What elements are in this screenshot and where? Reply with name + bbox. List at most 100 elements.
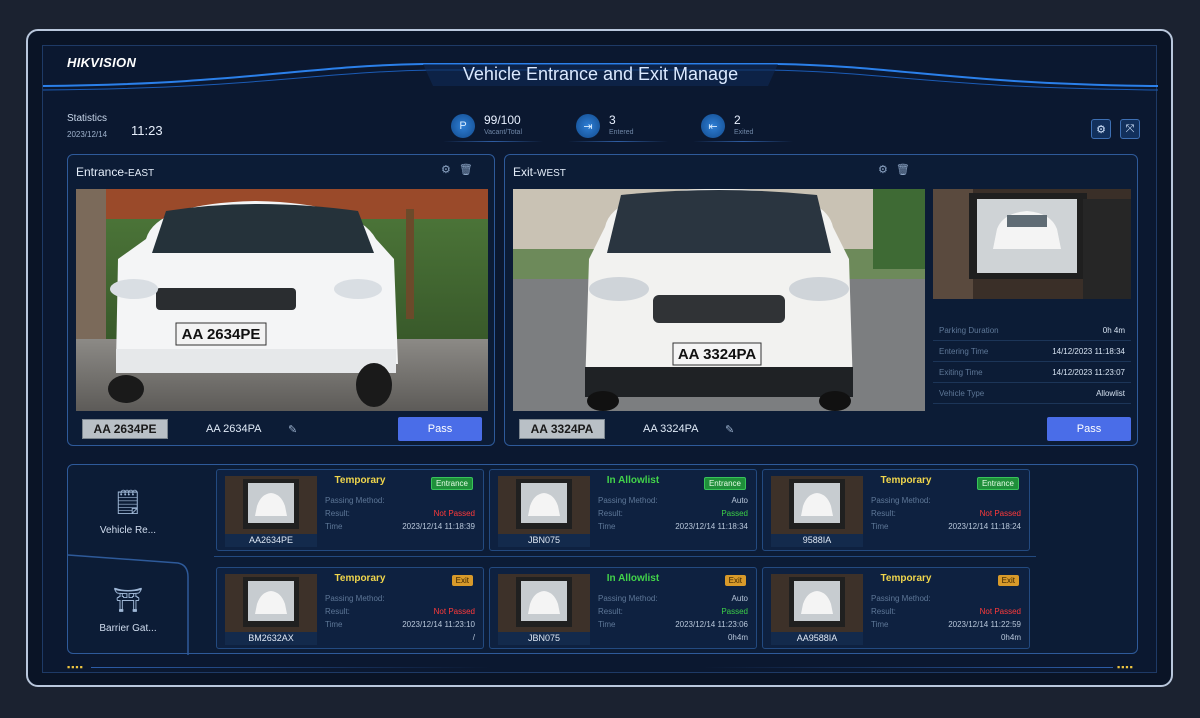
- page-indicator-left: ▪▪▪▪: [67, 662, 84, 672]
- record-plate: AA2634PE: [225, 534, 317, 547]
- tab-barrier-gate[interactable]: ⛩ Barrier Gat...: [68, 565, 188, 655]
- record-time-row: Time 2023/12/14 11:18:34: [598, 522, 748, 531]
- record-plate: JBN075: [498, 632, 590, 645]
- record-card[interactable]: 9588IA Temporary Entrance Passing Method: Re…: [762, 469, 1030, 551]
- stat-entered-value: 3: [609, 113, 616, 127]
- snapshot-image: [933, 189, 1131, 299]
- entrance-title: Entrance-EAST: [76, 165, 155, 179]
- delete-icon[interactable]: 🗑: [896, 164, 918, 176]
- record-method-row: Passing Method:: [325, 594, 385, 603]
- record-card[interactable]: BM2632AX Temporary Exit Passing Method: Resu…: [216, 567, 484, 649]
- statistics-time: 11:23: [131, 123, 163, 138]
- statistics-date: 2023/12/14: [67, 130, 108, 139]
- statistics-label: Statistics: [67, 113, 108, 124]
- exit-plate-number: AA 3324PA: [643, 423, 699, 435]
- document-car-icon: 🗒: [112, 489, 144, 516]
- exit-panel: Exit-WEST ⚙🗑 AA 3324PA Parking Duration …: [504, 154, 1138, 446]
- info-row: Vehicle Type Allowlist: [933, 384, 1131, 404]
- record-time-row: Time 2023/12/14 11:23:06: [598, 620, 748, 629]
- record-type: Temporary: [334, 573, 386, 584]
- stat-vacant-label: Vacant/Total: [484, 129, 523, 136]
- app-frame: HIKVISION Vehicle Entrance and Exit Mana…: [26, 29, 1173, 687]
- record-direction-badge: Entrance: [430, 477, 473, 490]
- delete-icon[interactable]: 🗑: [459, 164, 481, 176]
- exit-plate-image: AA 3324PA: [519, 419, 605, 439]
- record-result-row: Result: Not Passed: [871, 509, 1021, 518]
- entrance-vehicle-image: AA 2634PE: [76, 189, 488, 411]
- main-screen: HIKVISION Vehicle Entrance and Exit Mana…: [42, 45, 1158, 673]
- record-time-row: Time 2023/12/14 11:18:39: [325, 522, 475, 531]
- record-result-row: Result: Not Passed: [325, 607, 475, 616]
- record-type: In Allowlist: [606, 573, 660, 584]
- record-card[interactable]: AA2634PE Temporary Entrance Passing Method:…: [216, 469, 484, 551]
- entrance-panel: Entrance-EAST ⚙🗑 AA 2634PE AA 2634PE AA …: [67, 154, 495, 446]
- page-indicator-right: ▪▪▪▪: [1117, 662, 1134, 672]
- camera-settings-icon[interactable]: ⚙: [878, 164, 896, 176]
- tab-label: Vehicle Re...: [99, 525, 157, 536]
- gear-icon: ⚙: [1096, 123, 1106, 136]
- edit-icon[interactable]: ✎: [725, 423, 734, 436]
- record-time-row: Time 2023/12/14 11:23:10: [325, 620, 475, 629]
- info-row: Parking Duration 0h 4m: [933, 321, 1131, 341]
- tab-label: Barrier Gat...: [99, 623, 157, 634]
- exit-snapshot: [933, 189, 1131, 299]
- exit-vehicle-image: AA 3324PA: [513, 189, 925, 411]
- record-type: Temporary: [880, 475, 932, 486]
- record-result-row: Result: Passed: [598, 607, 748, 616]
- record-direction-badge: Entrance: [976, 477, 1019, 490]
- entrance-pass-button[interactable]: Pass: [398, 417, 482, 441]
- car-exited-icon: ⇤: [701, 114, 725, 138]
- record-card[interactable]: JBN075 In Allowlist Exit Passing Method: Aut…: [489, 567, 757, 649]
- entrance-plate-number: AA 2634PA: [206, 423, 262, 435]
- record-direction-badge: Exit: [997, 575, 1019, 586]
- entrance-plate-image: AA 2634PE: [82, 419, 168, 439]
- record-method-row: Passing Method: Auto: [598, 496, 748, 505]
- fullscreen-icon: ⤧: [1125, 122, 1135, 135]
- exit-pass-button[interactable]: Pass: [1047, 417, 1131, 441]
- car-entered-icon: ⇥: [576, 114, 600, 138]
- record-card[interactable]: AA9588IA Temporary Exit Passing Method: Resu…: [762, 567, 1030, 649]
- exit-camera-view: AA 3324PA: [513, 189, 925, 411]
- record-result-row: Result: Passed: [598, 509, 748, 518]
- record-type: In Allowlist: [606, 475, 660, 486]
- fullscreen-button[interactable]: ⤧: [1120, 119, 1140, 139]
- record-direction-badge: Exit: [451, 575, 473, 586]
- record-direction-badge: Exit: [724, 575, 746, 586]
- record-type: Temporary: [880, 573, 932, 584]
- record-type: Temporary: [334, 475, 386, 486]
- record-thumbnail: [225, 574, 317, 632]
- entrance-camera-view: AA 2634PE: [76, 189, 488, 411]
- record-time-row: Time 2023/12/14 11:22:59: [871, 620, 1021, 629]
- barrier-gate-icon: ⛩: [112, 587, 144, 614]
- info-row: Entering Time 14/12/2023 11:18:34: [933, 342, 1131, 362]
- record-thumbnail: [498, 574, 590, 632]
- record-direction-badge: Entrance: [703, 477, 746, 490]
- records-panel: 🗒 Vehicle Re... ⛩ Barrier Gat... AA2634P…: [67, 464, 1138, 655]
- settings-button[interactable]: ⚙: [1091, 119, 1111, 139]
- record-result-row: Result: Not Passed: [325, 509, 475, 518]
- exit-title: Exit-WEST: [513, 165, 566, 179]
- record-method-row: Passing Method:: [325, 496, 385, 505]
- tab-vehicle-records[interactable]: 🗒 Vehicle Re...: [68, 467, 188, 557]
- record-thumbnail: [498, 476, 590, 534]
- record-method-row: Passing Method: Auto: [598, 594, 748, 603]
- record-plate: 9588IA: [771, 534, 863, 547]
- record-plate: AA9588IA: [771, 632, 863, 645]
- record-result-row: Result: Not Passed: [871, 607, 1021, 616]
- camera-settings-icon[interactable]: ⚙: [441, 164, 459, 176]
- record-thumbnail: [771, 574, 863, 632]
- record-thumbnail: [225, 476, 317, 534]
- svg-text:AA 3324PA: AA 3324PA: [678, 346, 757, 363]
- svg-text:AA 2634PE: AA 2634PE: [182, 326, 261, 343]
- header: HIKVISION Vehicle Entrance and Exit Mana…: [43, 46, 1158, 106]
- stat-exited-value: 2: [734, 113, 741, 127]
- record-time-row: Time 2023/12/14 11:18:24: [871, 522, 1021, 531]
- record-method-row: Passing Method:: [871, 496, 931, 505]
- record-method-row: Passing Method:: [871, 594, 931, 603]
- stat-exited-label: Exited: [734, 129, 754, 136]
- record-card[interactable]: JBN075 In Allowlist Entrance Passing Method…: [489, 469, 757, 551]
- row-divider: [214, 556, 1036, 557]
- edit-icon[interactable]: ✎: [288, 423, 297, 436]
- stat-entered-label: Entered: [609, 129, 634, 136]
- info-row: Exiting Time 14/12/2023 11:23:07: [933, 363, 1131, 383]
